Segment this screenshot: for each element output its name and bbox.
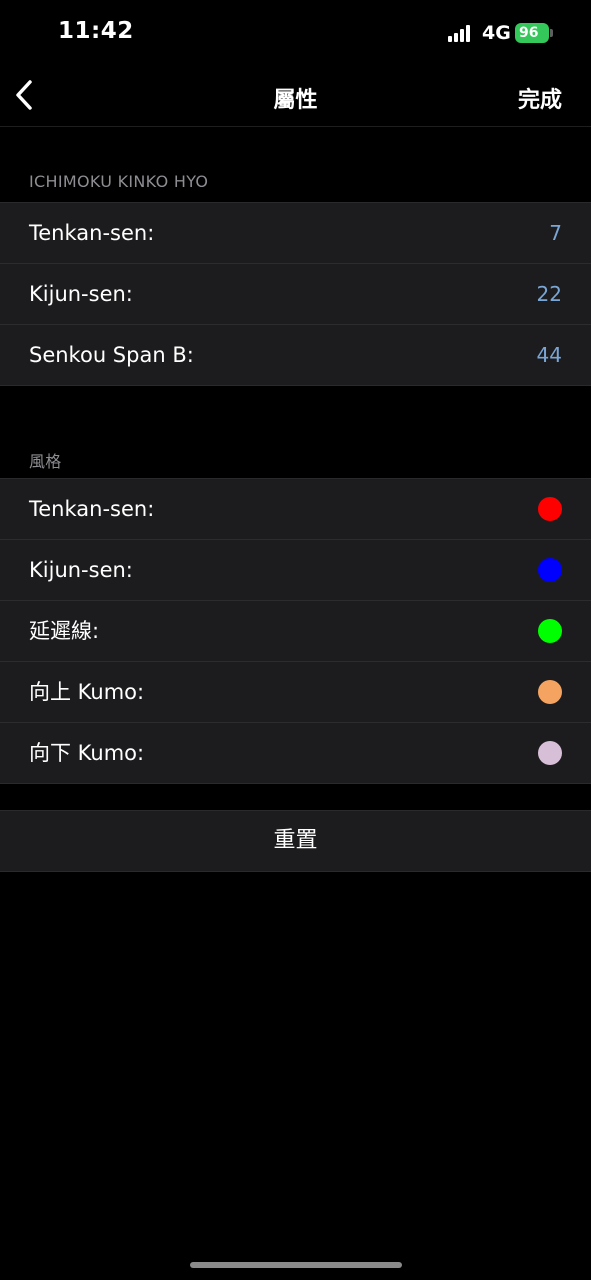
network-type: 4G [482, 22, 511, 44]
up-kumo-color-row[interactable]: 向上 Kumo: [0, 662, 591, 723]
senkou-span-b-period-row[interactable]: Senkou Span B: 44 [0, 325, 591, 385]
row-label: 向下 Kumo: [29, 741, 145, 765]
battery-level: 96 [519, 25, 539, 41]
style-group: Tenkan-sen: Kijun-sen: 延遲線: 向上 Kumo: 向下 … [0, 478, 591, 784]
done-button[interactable]: 完成 [518, 82, 562, 114]
row-label: Senkou Span B: [29, 343, 194, 367]
color-swatch[interactable] [538, 741, 562, 765]
reset-button[interactable]: 重置 [0, 810, 591, 872]
down-kumo-color-row[interactable]: 向下 Kumo: [0, 723, 591, 783]
row-value[interactable]: 7 [549, 203, 562, 263]
battery-icon: 96 [515, 23, 549, 43]
row-value[interactable]: 44 [537, 325, 562, 385]
status-bar: 11:42 4G 96 [0, 0, 591, 66]
color-swatch[interactable] [538, 497, 562, 521]
page-title: 屬性 [273, 88, 318, 113]
tenkan-sen-period-row[interactable]: Tenkan-sen: 7 [0, 203, 591, 264]
cellular-signal-icon [448, 24, 474, 42]
lagging-line-color-row[interactable]: 延遲線: [0, 601, 591, 662]
color-swatch[interactable] [538, 558, 562, 582]
row-label: Tenkan-sen: [29, 497, 155, 521]
parameters-section-header: ICHIMOKU KINKO HYO [29, 172, 209, 191]
tenkan-sen-color-row[interactable]: Tenkan-sen: [0, 479, 591, 540]
kijun-sen-color-row[interactable]: Kijun-sen: [0, 540, 591, 601]
row-label: Kijun-sen: [29, 282, 133, 306]
row-label: 向上 Kumo: [29, 680, 145, 704]
row-label: Tenkan-sen: [29, 221, 155, 245]
kijun-sen-period-row[interactable]: Kijun-sen: 22 [0, 264, 591, 325]
battery-tip [550, 29, 553, 37]
navigation-bar: 屬性 完成 [0, 66, 591, 127]
color-swatch[interactable] [538, 619, 562, 643]
row-label: 延遲線: [29, 619, 100, 643]
parameters-group: Tenkan-sen: 7 Kijun-sen: 22 Senkou Span … [0, 202, 591, 386]
style-section-header: 風格 [29, 452, 62, 471]
color-swatch[interactable] [538, 680, 562, 704]
status-time: 11:42 [58, 18, 134, 44]
home-indicator [190, 1262, 402, 1268]
row-value[interactable]: 22 [537, 264, 562, 324]
row-label: Kijun-sen: [29, 558, 133, 582]
